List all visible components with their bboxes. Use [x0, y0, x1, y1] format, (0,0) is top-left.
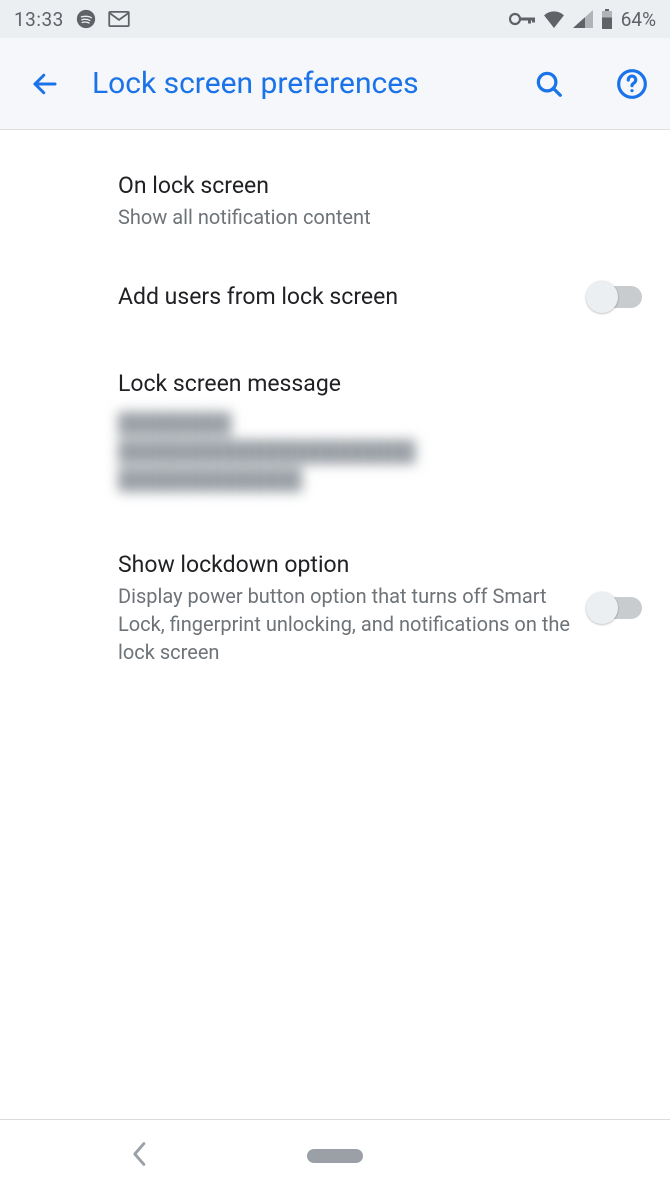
- cell-signal-icon: [573, 10, 593, 28]
- setting-subtitle: Show all notification content: [118, 203, 646, 231]
- setting-title: Lock screen message: [118, 368, 646, 399]
- status-right: 64%: [509, 8, 656, 31]
- gmail-icon: [108, 11, 130, 27]
- app-bar: Lock screen preferences: [0, 38, 670, 130]
- help-button[interactable]: [616, 68, 648, 100]
- navigation-bar: [0, 1119, 670, 1191]
- lockdown-toggle[interactable]: [588, 597, 642, 619]
- setting-lockdown[interactable]: Show lockdown option Display power butto…: [0, 519, 670, 686]
- search-button[interactable]: [534, 69, 564, 99]
- nav-back-button[interactable]: [130, 1141, 150, 1171]
- setting-on-lock-screen[interactable]: On lock screen Show all notification con…: [0, 150, 670, 251]
- add-users-toggle[interactable]: [588, 286, 642, 308]
- settings-list: On lock screen Show all notification con…: [0, 130, 670, 726]
- setting-subtitle-redacted: ████████ █████████████████████ █████████…: [118, 409, 646, 499]
- setting-lock-message[interactable]: Lock screen message ████████ ███████████…: [0, 342, 670, 519]
- status-left: 13:33: [14, 8, 130, 31]
- wifi-icon: [543, 10, 565, 28]
- setting-title: On lock screen: [118, 170, 646, 201]
- page-title: Lock screen preferences: [92, 66, 482, 101]
- setting-title: Add users from lock screen: [118, 281, 576, 312]
- status-time: 13:33: [14, 8, 64, 31]
- spotify-icon: [76, 9, 96, 29]
- battery-percent: 64%: [621, 8, 656, 31]
- vpn-key-icon: [509, 12, 535, 26]
- status-bar: 13:33 64%: [0, 0, 670, 38]
- back-button[interactable]: [30, 69, 60, 99]
- battery-icon: [601, 9, 613, 29]
- setting-title: Show lockdown option: [118, 549, 576, 580]
- nav-home-pill[interactable]: [307, 1149, 363, 1163]
- setting-subtitle: Display power button option that turns o…: [118, 582, 576, 666]
- setting-add-users[interactable]: Add users from lock screen: [0, 251, 670, 342]
